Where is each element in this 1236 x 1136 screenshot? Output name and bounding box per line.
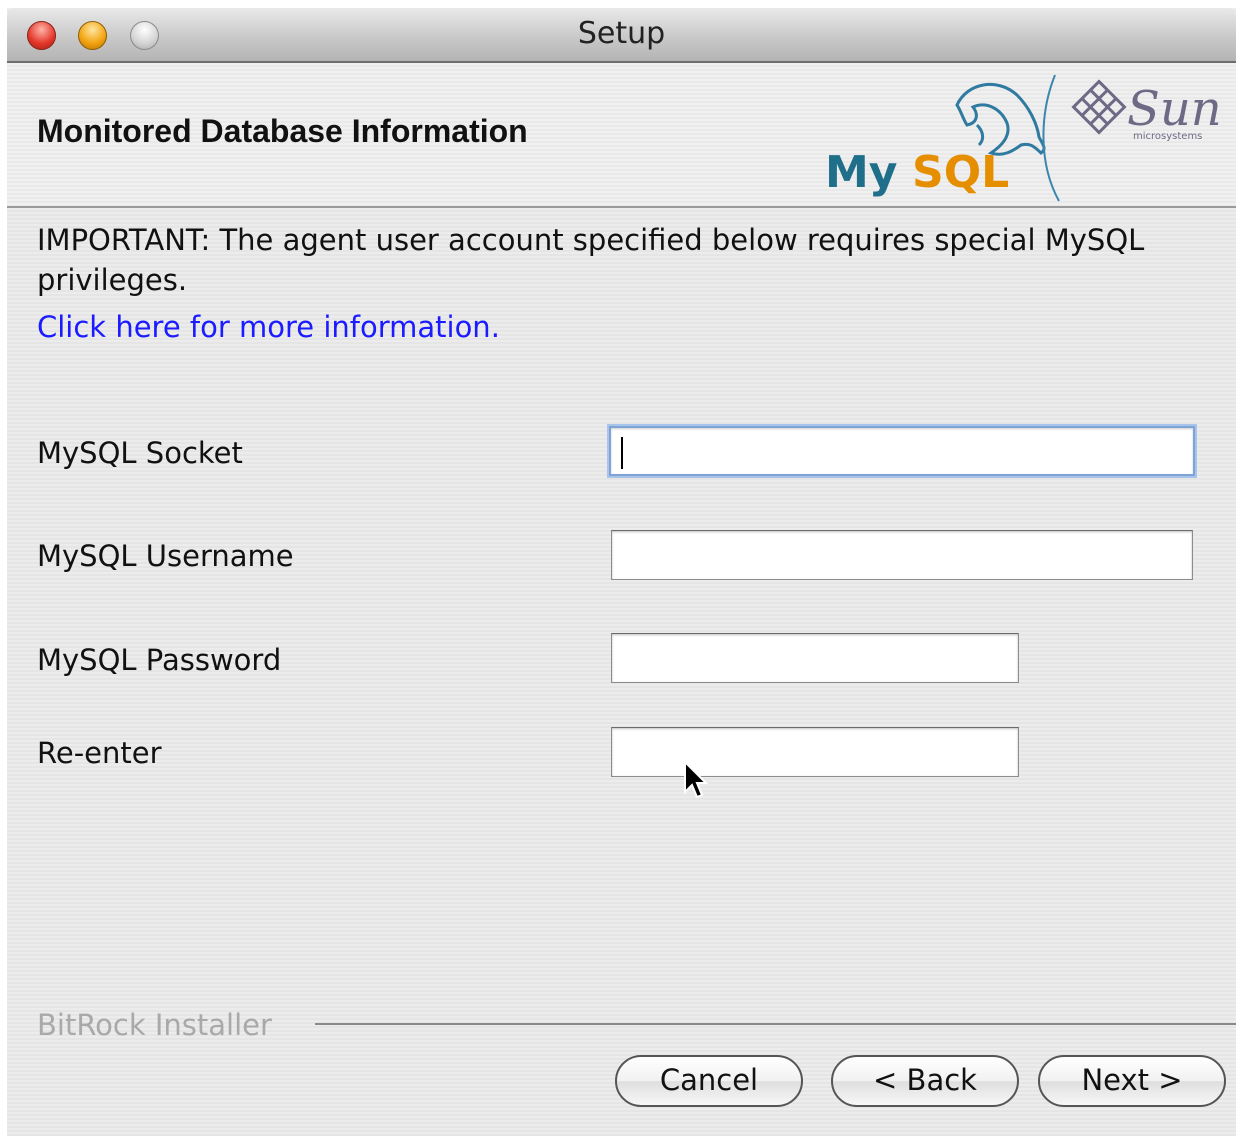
mysql-socket-input[interactable] [609,426,1195,476]
mysql-username-label: MySQL Username [37,539,294,573]
mysql-wordmark-sql: SQL [912,147,1009,198]
mysql-wordmark-my: My [825,147,897,198]
mysql-sun-logo: My SQL Sun microsystems [825,74,1222,202]
window-title: Setup [577,16,666,51]
dolphin-icon [955,82,1046,156]
bitrock-installer-label: BitRock Installer [37,1008,272,1042]
mouse-pointer-icon [684,760,709,799]
reenter-password-input[interactable] [611,727,1019,777]
page-header: Monitored Database Information My SQL Su… [7,63,1236,208]
reenter-password-label: Re-enter [37,736,162,770]
page-title: Monitored Database Information [37,113,528,149]
text-caret [621,437,623,469]
back-button[interactable]: < Back [831,1055,1019,1107]
mysql-password-label: MySQL Password [37,643,282,677]
title-bar[interactable]: Setup [7,8,1236,63]
mysql-password-input[interactable] [611,633,1019,683]
footer-divider [315,1023,1236,1025]
more-info-link[interactable]: Click here for more information. [37,310,500,344]
setup-window: Setup Monitored Database Information My … [7,8,1236,1136]
sun-wordmark: Sun [1127,81,1222,137]
sun-subtitle: microsystems [1133,131,1202,142]
cancel-button[interactable]: Cancel [615,1055,803,1107]
sun-diamond-icon [1071,79,1127,135]
mysql-username-input[interactable] [611,530,1193,580]
next-button[interactable]: Next > [1038,1055,1226,1107]
mysql-socket-label: MySQL Socket [37,436,243,470]
important-notice: IMPORTANT: The agent user account specif… [37,223,1145,297]
